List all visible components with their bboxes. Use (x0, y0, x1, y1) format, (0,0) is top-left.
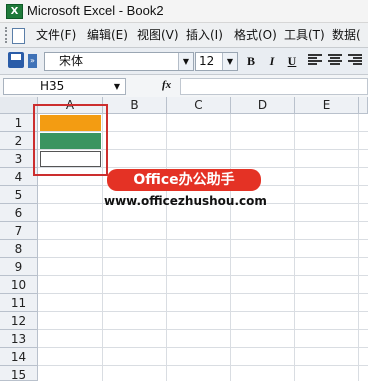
watermark-url: www.officezhushou.com (104, 194, 267, 208)
chevron-down-icon[interactable]: ▼ (178, 53, 193, 70)
excel-app-icon[interactable]: X (6, 4, 23, 19)
grid-line (294, 114, 295, 381)
window-title: Microsoft Excel - Book2 (27, 3, 164, 18)
menu-file[interactable]: 文件(F) (36, 27, 76, 43)
row-header[interactable]: 13 (0, 330, 38, 348)
insert-function-icon[interactable]: fx (162, 79, 171, 92)
italic-button[interactable]: I (264, 53, 280, 69)
row-header[interactable]: 8 (0, 240, 38, 258)
selection-highlight (33, 104, 108, 176)
row-header[interactable]: 6 (0, 204, 38, 222)
excel-window: X Microsoft Excel - Book2 文件(F) 编辑(E) 视图… (0, 0, 368, 382)
grid-line (230, 114, 231, 381)
grid-line (38, 311, 368, 312)
row-header[interactable]: 14 (0, 348, 38, 366)
grid-line (38, 239, 368, 240)
align-center-icon[interactable] (328, 54, 342, 66)
grid-line (358, 114, 359, 381)
grid-line (38, 347, 368, 348)
document-icon[interactable] (12, 28, 25, 44)
formula-input[interactable] (180, 78, 368, 95)
menu-bar: 文件(F) 编辑(E) 视图(V) 插入(I) 格式(O) 工具(T) 数据( (0, 23, 368, 48)
row-header[interactable]: 5 (0, 186, 38, 204)
font-name-select[interactable]: 宋体 ▼ (44, 52, 194, 71)
grid-line (38, 329, 368, 330)
grid-line (166, 114, 167, 381)
align-left-icon[interactable] (308, 54, 322, 66)
chevron-down-icon[interactable]: ▼ (222, 53, 237, 70)
row-header[interactable]: 9 (0, 258, 38, 276)
toolbar-options-icon[interactable]: » (28, 54, 37, 68)
row-header[interactable]: 7 (0, 222, 38, 240)
column-header[interactable]: E (295, 97, 359, 114)
row-header[interactable]: 12 (0, 312, 38, 330)
font-size-select[interactable]: 12 ▼ (195, 52, 238, 71)
menu-format[interactable]: 格式(O) (234, 27, 277, 43)
grid-line (38, 293, 368, 294)
column-header[interactable]: C (167, 97, 231, 114)
menu-insert[interactable]: 插入(I) (186, 27, 223, 43)
bold-button[interactable]: B (243, 53, 259, 69)
title-bar: X Microsoft Excel - Book2 (0, 0, 368, 23)
watermark-badge: Office办公助手 (107, 169, 261, 191)
column-header[interactable]: B (103, 97, 167, 114)
menu-tools[interactable]: 工具(T) (284, 27, 325, 43)
menu-gripper-icon[interactable] (5, 27, 10, 43)
formatting-toolbar: » 宋体 ▼ 12 ▼ B I U (0, 48, 368, 75)
grid-line (38, 257, 368, 258)
name-box-value: H35 (40, 79, 65, 93)
row-header[interactable]: 15 (0, 366, 38, 382)
menu-edit[interactable]: 编辑(E) (87, 27, 128, 43)
font-name-value: 宋体 (59, 54, 84, 68)
save-icon[interactable] (8, 52, 24, 68)
align-right-icon[interactable] (348, 54, 362, 66)
grid-line (38, 221, 368, 222)
column-header[interactable]: D (231, 97, 295, 114)
column-header[interactable] (359, 97, 368, 114)
font-size-value: 12 (199, 54, 215, 68)
grid-line (38, 365, 368, 366)
menu-view[interactable]: 视图(V) (137, 27, 179, 43)
row-header[interactable]: 11 (0, 294, 38, 312)
row-header[interactable]: 10 (0, 276, 38, 294)
menu-data[interactable]: 数据( (332, 27, 361, 43)
name-box[interactable]: H35 ▼ (3, 78, 126, 95)
chevron-down-icon[interactable]: ▼ (110, 79, 124, 94)
underline-button[interactable]: U (284, 53, 300, 69)
grid-line (38, 275, 368, 276)
formula-bar: H35 ▼ fx (0, 75, 368, 98)
